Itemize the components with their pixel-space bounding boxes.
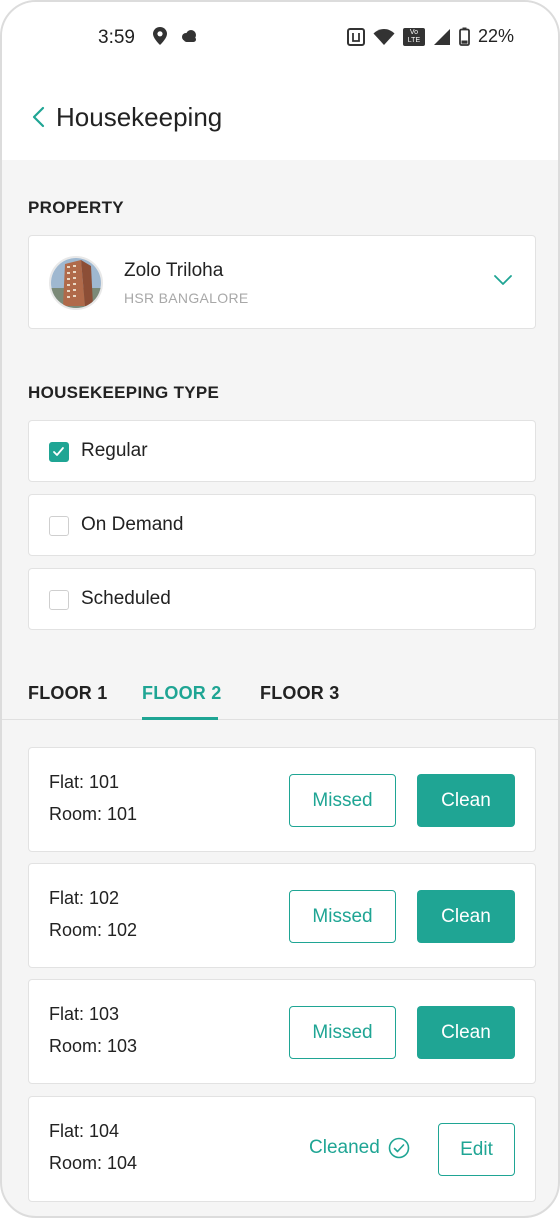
status-bar: 3:59 Vo LTE 22%: [2, 2, 558, 72]
cleaned-label: Cleaned: [309, 1137, 380, 1158]
battery-percent: 22%: [477, 26, 514, 46]
wifi-icon: [373, 28, 395, 45]
flat-number: Flat: 101: [49, 772, 120, 792]
property-name: Zolo Triloha: [124, 260, 224, 281]
room-card: Flat: 101 Room: 101 Missed Clean: [28, 747, 536, 852]
status-left-icons: [152, 26, 198, 46]
type-option-scheduled[interactable]: Scheduled: [28, 568, 536, 630]
volte-badge: Vo LTE: [402, 27, 425, 46]
tab-floor-1[interactable]: FLOOR 1: [28, 683, 107, 704]
property-section-label: PROPERTY: [28, 198, 124, 217]
room-number: Room: 101: [49, 804, 138, 824]
chevron-down-icon[interactable]: [493, 274, 513, 286]
cloud-icon: [182, 30, 196, 42]
room-number: Room: 104: [49, 1153, 138, 1173]
clean-button[interactable]: Clean: [417, 1006, 515, 1059]
battery-icon: [459, 27, 470, 46]
app-bar: Housekeeping: [2, 72, 558, 160]
property-selector[interactable]: Zolo Triloha HSR BANGALORE: [28, 235, 536, 329]
check-circle-icon: [388, 1137, 410, 1159]
status-right-icons: Vo LTE 22%: [346, 26, 514, 47]
type-option-regular[interactable]: Regular: [28, 420, 536, 482]
phone-frame: 3:59 Vo LTE 22% Housekeeping PROPERTY Zo…: [0, 0, 560, 1218]
missed-button[interactable]: Missed: [289, 774, 396, 827]
missed-button[interactable]: Missed: [289, 1006, 396, 1059]
tab-floor-2[interactable]: FLOOR 2: [142, 683, 221, 704]
nfc-icon: [346, 27, 365, 46]
type-option-label: Regular: [81, 440, 148, 461]
flat-number: Flat: 103: [49, 1004, 120, 1024]
back-arrow-icon[interactable]: [30, 106, 48, 128]
room-card: Flat: 103 Room: 103 Missed Clean: [28, 979, 536, 1084]
status-time: 3:59: [98, 27, 135, 48]
checkbox-checked[interactable]: [49, 442, 69, 462]
cleaned-status: Cleaned: [309, 1137, 410, 1159]
type-option-label: On Demand: [81, 514, 184, 535]
type-option-on-demand[interactable]: On Demand: [28, 494, 536, 556]
flat-number: Flat: 102: [49, 888, 120, 908]
checkbox-unchecked[interactable]: [49, 516, 69, 536]
room-number: Room: 102: [49, 920, 138, 940]
room-number: Room: 103: [49, 1036, 138, 1056]
page-title: Housekeeping: [56, 102, 223, 132]
room-card: Flat: 102 Room: 102 Missed Clean: [28, 863, 536, 968]
property-location: HSR BANGALORE: [124, 290, 249, 306]
location-pin-icon: [153, 27, 167, 45]
housekeeping-type-label: HOUSEKEEPING TYPE: [28, 383, 220, 402]
room-card: Flat: 104 Room: 104 Cleaned Edit: [28, 1096, 536, 1202]
floor-tabs: FLOOR 1 FLOOR 2 FLOOR 3: [2, 666, 558, 720]
check-icon: [53, 447, 64, 456]
missed-button[interactable]: Missed: [289, 890, 396, 943]
flat-number: Flat: 104: [49, 1121, 120, 1141]
checkbox-unchecked[interactable]: [49, 590, 69, 610]
property-avatar: [49, 256, 103, 310]
tab-floor-3[interactable]: FLOOR 3: [260, 683, 339, 704]
clean-button[interactable]: Clean: [417, 890, 515, 943]
signal-icon: [433, 28, 450, 45]
active-tab-indicator: [142, 717, 218, 720]
edit-button[interactable]: Edit: [438, 1123, 515, 1176]
clean-button[interactable]: Clean: [417, 774, 515, 827]
type-option-label: Scheduled: [81, 588, 171, 609]
